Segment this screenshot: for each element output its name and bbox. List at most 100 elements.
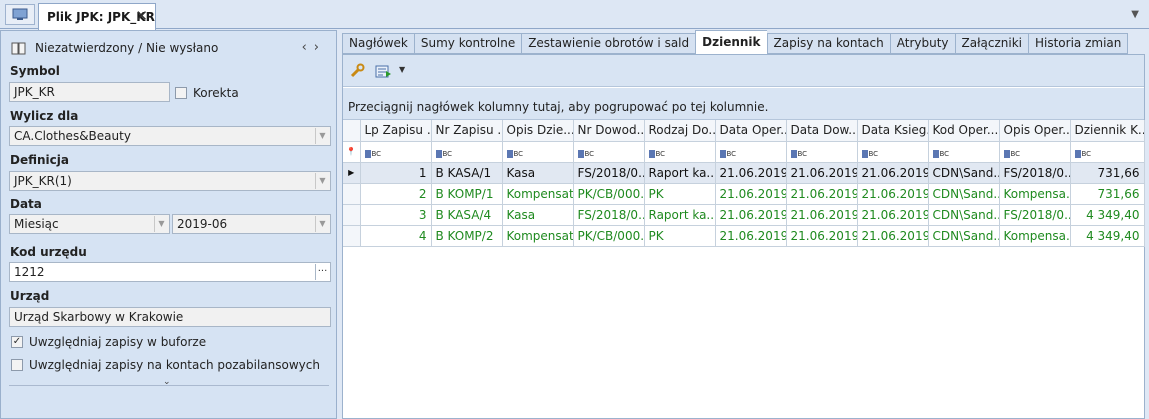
table-cell[interactable]: 3 xyxy=(360,204,432,226)
filter-cell[interactable]: BC xyxy=(1070,141,1145,163)
group-by-area[interactable]: Przeciągnij nagłówek kolumny tutaj, aby … xyxy=(343,88,1144,120)
table-cell[interactable]: 21.06.2019 xyxy=(857,183,929,205)
window-list-chevron-icon[interactable]: ▼ xyxy=(1131,9,1139,20)
table-cell[interactable]: B KOMP/2 xyxy=(431,225,503,247)
urzad-field[interactable]: Urząd Skarbowy w Krakowie xyxy=(9,307,331,327)
filter-cell[interactable]: BC xyxy=(999,141,1071,163)
column-header[interactable]: Data Oper... xyxy=(715,120,787,142)
table-cell[interactable]: Kasa xyxy=(502,162,574,184)
table-cell[interactable]: Raport ka... xyxy=(644,204,716,226)
column-header[interactable]: Opis Oper... xyxy=(999,120,1071,142)
table-cell[interactable]: 21.06.2019 xyxy=(715,204,787,226)
next-record-icon[interactable]: › xyxy=(314,40,326,55)
table-cell[interactable]: PK xyxy=(644,183,716,205)
table-cell[interactable]: 2 xyxy=(360,183,432,205)
table-cell[interactable]: 21.06.2019 xyxy=(857,225,929,247)
table-cell[interactable]: PK xyxy=(644,225,716,247)
table-cell[interactable]: 21.06.2019 xyxy=(786,162,858,184)
app-menu-icon[interactable] xyxy=(5,4,35,25)
table-cell[interactable]: Kompensaty xyxy=(502,183,574,205)
table-row[interactable]: 4 B KOMP/2 Kompensaty PK/CB/000... PK 21… xyxy=(343,225,1145,247)
tab-atrybuty[interactable]: Atrybuty xyxy=(889,33,955,54)
table-cell[interactable]: FS/2018/0... xyxy=(999,162,1071,184)
filter-cell[interactable]: BC xyxy=(857,141,929,163)
table-cell[interactable]: 4 349,40 xyxy=(1070,225,1145,247)
bufor-checkbox[interactable]: ✓ Uwzględniaj zapisy w buforze xyxy=(11,335,206,349)
column-header[interactable]: Data Dow... xyxy=(786,120,858,142)
filter-cell[interactable]: BC xyxy=(502,141,574,163)
column-header[interactable]: Nr Dowod... xyxy=(573,120,645,142)
period-type-dropdown[interactable]: Miesiąc ▼ xyxy=(9,214,170,234)
filter-cell[interactable]: BC xyxy=(928,141,1000,163)
pozabilans-checkbox[interactable]: Uwzględniaj zapisy na kontach pozabilans… xyxy=(11,358,320,372)
chevron-down-icon[interactable]: ▼ xyxy=(154,216,168,232)
table-cell[interactable]: 21.06.2019 xyxy=(786,225,858,247)
table-row[interactable]: 2 B KOMP/1 Kompensaty PK/CB/000... PK 21… xyxy=(343,183,1145,205)
filter-cell[interactable]: BC xyxy=(360,141,432,163)
prev-record-icon[interactable]: ‹ xyxy=(302,40,314,55)
table-cell[interactable]: Kasa xyxy=(502,204,574,226)
table-cell[interactable]: 21.06.2019 xyxy=(715,162,787,184)
tab-dziennik[interactable]: Dziennik xyxy=(695,30,767,54)
export-dropdown-icon[interactable]: ▼ xyxy=(399,65,405,74)
filter-pin-icon[interactable]: 📍 xyxy=(343,141,361,163)
table-cell[interactable]: FS/2018/0... xyxy=(573,204,645,226)
filter-cell[interactable]: BC xyxy=(573,141,645,163)
filter-cell[interactable]: BC xyxy=(786,141,858,163)
tab-sumy-kontrolne[interactable]: Sumy kontrolne xyxy=(413,33,522,54)
table-cell[interactable]: FS/2018/0... xyxy=(999,204,1071,226)
chevron-down-icon[interactable]: ▼ xyxy=(315,173,329,189)
table-cell[interactable]: FS/2018/0... xyxy=(573,162,645,184)
table-cell[interactable]: 731,66 xyxy=(1070,162,1145,184)
column-header[interactable]: Nr Zapisu ... xyxy=(431,120,503,142)
table-cell[interactable]: 21.06.2019 xyxy=(786,204,858,226)
table-cell[interactable]: CDN\Sand... xyxy=(928,183,1000,205)
table-cell[interactable]: B KOMP/1 xyxy=(431,183,503,205)
table-cell[interactable]: 21.06.2019 xyxy=(786,183,858,205)
column-header[interactable]: Opis Dzie... xyxy=(502,120,574,142)
column-header[interactable]: Dziennik K... xyxy=(1070,120,1145,142)
table-cell[interactable]: Kompensaty xyxy=(502,225,574,247)
table-cell[interactable]: CDN\Sand... xyxy=(928,162,1000,184)
table-row[interactable]: 3 B KASA/4 Kasa FS/2018/0... Raport ka..… xyxy=(343,204,1145,226)
table-row[interactable]: ▶ 1 B KASA/1 Kasa FS/2018/0... Raport ka… xyxy=(343,162,1145,184)
table-cell[interactable]: 21.06.2019 xyxy=(715,225,787,247)
table-cell[interactable]: 1 xyxy=(360,162,432,184)
bufor-checkbox-box[interactable]: ✓ xyxy=(11,336,23,348)
korekta-checkbox[interactable]: Korekta xyxy=(175,86,239,100)
table-cell[interactable]: 21.06.2019 xyxy=(857,204,929,226)
definicja-dropdown[interactable]: JPK_KR(1) ▼ xyxy=(9,171,331,191)
tab-zapisy-na-kontach[interactable]: Zapisy na kontach xyxy=(766,33,890,54)
table-cell[interactable]: CDN\Sand... xyxy=(928,204,1000,226)
tab-zalaczniki[interactable]: Załączniki xyxy=(954,33,1028,54)
export-icon[interactable] xyxy=(375,63,393,79)
chevron-down-icon[interactable]: ▼ xyxy=(315,128,329,144)
table-cell[interactable]: CDN\Sand... xyxy=(928,225,1000,247)
column-header[interactable]: Lp Zapisu ... xyxy=(360,120,432,142)
table-cell[interactable]: 21.06.2019 xyxy=(715,183,787,205)
column-header[interactable]: Kod Oper... xyxy=(928,120,1000,142)
document-tab[interactable]: Plik JPK: JPK_KR ✕ xyxy=(38,3,156,30)
column-header[interactable]: Data Ksieg... xyxy=(857,120,929,142)
wylicz-dropdown[interactable]: CA.Clothes&Beauty ▼ xyxy=(9,126,331,146)
filter-cell[interactable]: BC xyxy=(431,141,503,163)
table-cell[interactable]: PK/CB/000... xyxy=(573,183,645,205)
kod-urzedu-field[interactable]: 1212 ··· xyxy=(9,262,331,282)
close-icon[interactable]: ✕ xyxy=(135,8,148,24)
table-cell[interactable]: Kompensa... xyxy=(999,183,1071,205)
column-header[interactable]: Rodzaj Do... xyxy=(644,120,716,142)
table-cell[interactable]: Raport ka... xyxy=(644,162,716,184)
period-dropdown[interactable]: 2019-06 ▼ xyxy=(172,214,331,234)
table-cell[interactable]: 21.06.2019 xyxy=(857,162,929,184)
table-cell[interactable]: 731,66 xyxy=(1070,183,1145,205)
tab-naglowek[interactable]: Nagłówek xyxy=(342,33,414,54)
chevron-down-icon[interactable]: ▼ xyxy=(315,216,329,232)
table-cell[interactable]: PK/CB/000... xyxy=(573,225,645,247)
table-cell[interactable]: B KASA/4 xyxy=(431,204,503,226)
pozabilans-checkbox-box[interactable] xyxy=(11,359,23,371)
filter-cell[interactable]: BC xyxy=(644,141,716,163)
tab-zestawienie[interactable]: Zestawienie obrotów i sald xyxy=(521,33,696,54)
collapse-icon[interactable]: ⌄ xyxy=(163,377,171,387)
table-cell[interactable]: B KASA/1 xyxy=(431,162,503,184)
filter-cell[interactable]: BC xyxy=(715,141,787,163)
